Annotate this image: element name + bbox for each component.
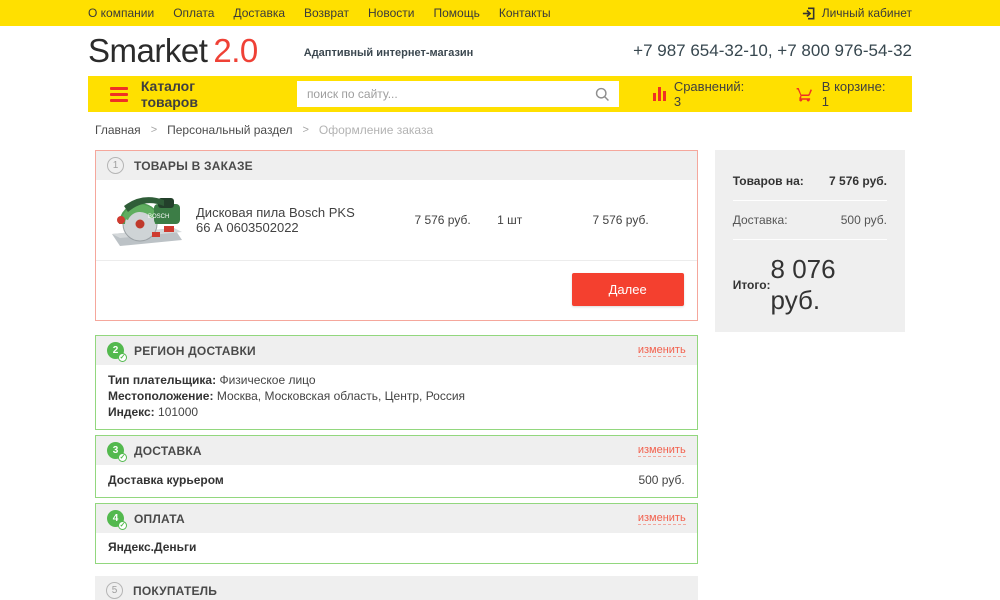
delivery-price: 500 руб. bbox=[638, 472, 684, 488]
total-label: Итого: bbox=[733, 278, 771, 292]
checkout-column: 1 ТОВАРЫ В ЗАКАЗЕ bbox=[95, 150, 698, 600]
product-thumbnail[interactable]: BOSCH bbox=[108, 188, 186, 252]
section-delivery-header: 3✓ ДОСТАВКА изменить bbox=[96, 436, 697, 465]
delivery-details: Доставка курьером 500 руб. bbox=[96, 465, 697, 497]
section-region-header: 2✓ РЕГИОН ДОСТАВКИ изменить bbox=[96, 336, 697, 365]
section-delivery: 3✓ ДОСТАВКА изменить Доставка курьером 5… bbox=[95, 435, 698, 498]
product-price: 7 576 руб. bbox=[371, 213, 471, 227]
summary-label: Доставка: bbox=[733, 213, 788, 227]
cart-icon bbox=[795, 85, 814, 103]
order-footer: Далее bbox=[96, 260, 697, 320]
cart-label: В корзине: 1 bbox=[822, 79, 890, 109]
breadcrumb-separator: > bbox=[151, 124, 157, 136]
svg-text:BOSCH: BOSCH bbox=[148, 214, 169, 220]
breadcrumb-separator: > bbox=[302, 124, 308, 136]
payment-method: Яндекс.Деньги bbox=[108, 540, 196, 554]
breadcrumb: Главная > Персональный раздел > Оформлен… bbox=[88, 112, 912, 137]
catalog-bar-wrap: Каталог товаров Сравнений: 3 В корзине: … bbox=[0, 76, 1000, 112]
product-row: BOSCH Дисковая пила Bosch PKS 66 А 06035… bbox=[96, 180, 697, 260]
next-button[interactable]: Далее bbox=[572, 273, 684, 306]
payer-type-row: Тип плательщика: Физическое лицо bbox=[108, 372, 685, 388]
section-title: ДОСТАВКА bbox=[134, 444, 202, 458]
step-number-icon: 2✓ bbox=[107, 342, 124, 359]
section-title: РЕГИОН ДОСТАВКИ bbox=[134, 344, 256, 358]
breadcrumb-personal[interactable]: Персональный раздел bbox=[167, 123, 292, 137]
step-number-icon: 4✓ bbox=[107, 510, 124, 527]
menu-news[interactable]: Новости bbox=[368, 6, 414, 20]
field-label: Местоположение: bbox=[108, 389, 213, 403]
total-value: 8 076 руб. bbox=[771, 254, 887, 316]
breadcrumb-current: Оформление заказа bbox=[319, 123, 433, 137]
field-label: Индекс: bbox=[108, 405, 155, 419]
product-quantity: 1 шт bbox=[471, 213, 549, 227]
section-title: ТОВАРЫ В ЗАКАЗЕ bbox=[134, 159, 253, 173]
login-icon bbox=[801, 6, 816, 21]
bar-chart-icon bbox=[653, 87, 666, 101]
cart-link[interactable]: В корзине: 1 bbox=[795, 79, 890, 109]
top-utility-bar: О компании Оплата Доставка Возврат Новос… bbox=[0, 0, 1000, 26]
step-done-badge: ✓ bbox=[118, 521, 127, 530]
comparisons-link[interactable]: Сравнений: 3 bbox=[653, 79, 749, 109]
logo-version: 2.0 bbox=[213, 32, 257, 69]
edit-region-link[interactable]: изменить bbox=[638, 344, 686, 357]
search-input[interactable] bbox=[307, 87, 594, 101]
summary-value: 7 576 руб. bbox=[829, 174, 887, 188]
summary-column: Товаров на: 7 576 руб. Доставка: 500 руб… bbox=[715, 150, 905, 332]
menu-delivery[interactable]: Доставка bbox=[233, 6, 285, 20]
account-link[interactable]: Личный кабинет bbox=[801, 6, 912, 21]
breadcrumb-home[interactable]: Главная bbox=[95, 123, 141, 137]
phone-numbers[interactable]: +7 987 654-32-10, +7 800 976-54-32 bbox=[633, 41, 912, 61]
section-payment-header: 4✓ ОПЛАТА изменить bbox=[96, 504, 697, 533]
summary-label: Товаров на: bbox=[733, 174, 804, 188]
zip-row: Индекс: 101000 bbox=[108, 404, 685, 420]
edit-delivery-link[interactable]: изменить bbox=[638, 444, 686, 457]
menu-contacts[interactable]: Контакты bbox=[499, 6, 551, 20]
field-value: Москва, Московская область, Центр, Росси… bbox=[217, 389, 465, 403]
menu-returns[interactable]: Возврат bbox=[304, 6, 349, 20]
step-number-icon: 3✓ bbox=[107, 442, 124, 459]
field-value: Физическое лицо bbox=[219, 373, 315, 387]
account-label: Личный кабинет bbox=[822, 6, 912, 20]
comparisons-label: Сравнений: 3 bbox=[674, 79, 749, 109]
menu-payment[interactable]: Оплата bbox=[173, 6, 214, 20]
summary-value: 500 руб. bbox=[841, 213, 887, 227]
section-title: ОПЛАТА bbox=[134, 512, 185, 526]
payment-details: Яндекс.Деньги bbox=[96, 533, 697, 563]
section-buyer-header: 5 ПОКУПАТЕЛЬ bbox=[95, 576, 698, 600]
step-number-icon: 5 bbox=[106, 582, 123, 599]
menu-help[interactable]: Помощь bbox=[433, 6, 479, 20]
menu-about[interactable]: О компании bbox=[88, 6, 154, 20]
section-payment: 4✓ ОПЛАТА изменить Яндекс.Деньги bbox=[95, 503, 698, 564]
summary-items-row: Товаров на: 7 576 руб. bbox=[733, 162, 887, 201]
step-done-badge: ✓ bbox=[118, 353, 127, 362]
top-menu: О компании Оплата Доставка Возврат Новос… bbox=[88, 6, 551, 20]
edit-payment-link[interactable]: изменить bbox=[638, 512, 686, 525]
search-icon[interactable] bbox=[594, 86, 611, 103]
step-done-badge: ✓ bbox=[118, 453, 127, 462]
location-row: Местоположение: Москва, Московская облас… bbox=[108, 388, 685, 404]
region-details: Тип плательщика: Физическое лицо Местопо… bbox=[96, 365, 697, 429]
section-region: 2✓ РЕГИОН ДОСТАВКИ изменить Тип плательщ… bbox=[95, 335, 698, 430]
order-summary: Товаров на: 7 576 руб. Доставка: 500 руб… bbox=[715, 150, 905, 332]
section-order-header: 1 ТОВАРЫ В ЗАКАЗЕ bbox=[96, 151, 697, 180]
catalog-bar: Каталог товаров Сравнений: 3 В корзине: … bbox=[88, 76, 912, 112]
catalog-button[interactable]: Каталог товаров bbox=[141, 78, 249, 110]
summary-total-row: Итого: 8 076 руб. bbox=[733, 240, 887, 316]
logo-text: Smarket bbox=[88, 32, 207, 69]
summary-delivery-row: Доставка: 500 руб. bbox=[733, 201, 887, 240]
product-total: 7 576 руб. bbox=[549, 213, 649, 227]
search-box bbox=[297, 81, 619, 107]
field-label: Тип плательщика: bbox=[108, 373, 216, 387]
logo[interactable]: Smarket2.0 bbox=[88, 32, 258, 70]
hamburger-menu-icon[interactable] bbox=[110, 87, 128, 102]
delivery-method: Доставка курьером bbox=[108, 472, 224, 488]
section-order-items: 1 ТОВАРЫ В ЗАКАЗЕ bbox=[95, 150, 698, 321]
section-title: ПОКУПАТЕЛЬ bbox=[133, 584, 217, 598]
site-header: Smarket2.0 Адаптивный интернет-магазин +… bbox=[0, 26, 1000, 76]
tagline: Адаптивный интернет-магазин bbox=[304, 47, 474, 59]
field-value: 101000 bbox=[158, 405, 198, 419]
step-number-icon: 1 bbox=[107, 157, 124, 174]
product-name[interactable]: Дисковая пила Bosch PKS 66 А 0603502022 bbox=[196, 205, 371, 235]
